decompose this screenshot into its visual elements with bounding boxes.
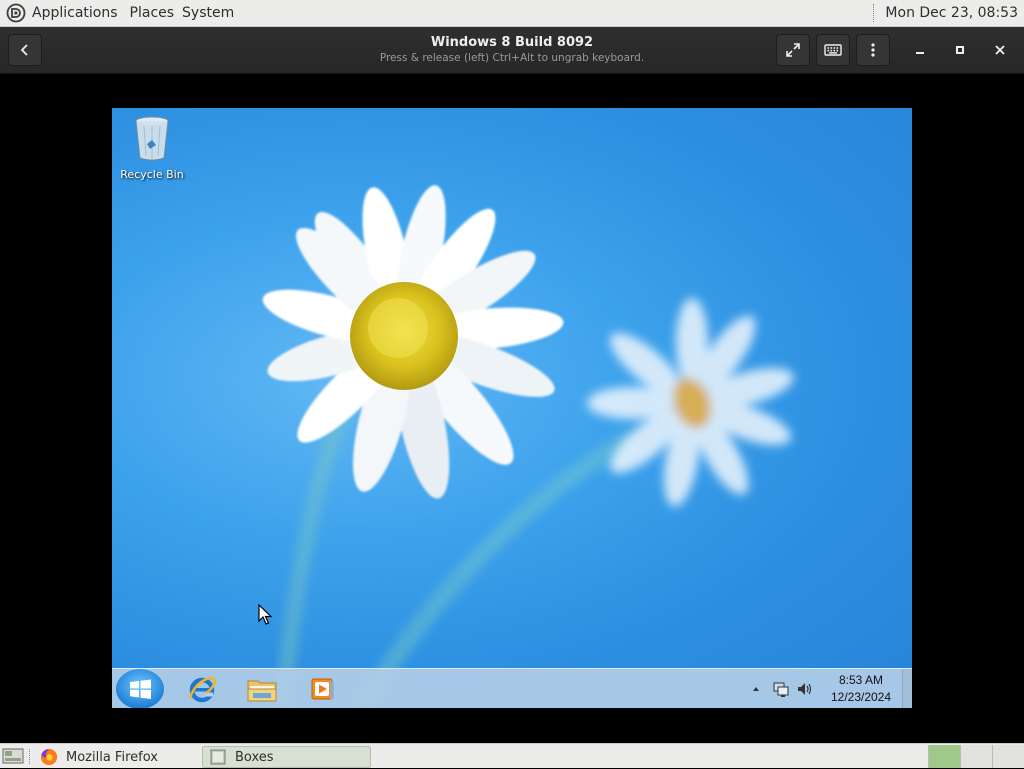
panel-handle (29, 749, 32, 764)
start-button[interactable] (114, 669, 166, 708)
system-tray: 8:53 AM 12/23/2024 (748, 669, 912, 708)
show-desktop-button[interactable] (902, 669, 912, 708)
fullscreen-button[interactable] (776, 34, 810, 66)
firefox-icon (41, 748, 58, 765)
taskbar-clock-date: 12/23/2024 (830, 690, 892, 704)
boxes-app-icon (210, 749, 226, 765)
system-menu[interactable]: System (178, 0, 238, 27)
recycle-bin-icon (135, 116, 169, 161)
media-player-icon (311, 678, 334, 700)
workspace-switcher (928, 745, 1024, 768)
volume-icon[interactable] (796, 680, 814, 698)
close-icon (995, 45, 1005, 55)
bottom-panel: Mozilla Firefox Boxes (0, 743, 1024, 768)
vertical-dots-icon (871, 43, 875, 57)
network-icon[interactable] (772, 680, 790, 698)
maximize-icon (956, 46, 964, 54)
keyboard-icon (824, 44, 842, 56)
back-button[interactable] (8, 34, 42, 66)
applications-menu-label: Applications (32, 5, 118, 21)
minimize-button[interactable] (906, 34, 934, 66)
minimize-icon (916, 52, 924, 54)
boxes-header-bar: Windows 8 Build 8092 Press & release (le… (0, 27, 1024, 74)
taskbar-item-firefox-label: Mozilla Firefox (66, 749, 158, 765)
mate-logo-icon (6, 3, 26, 23)
show-hidden-icons-icon[interactable] (748, 681, 764, 697)
keyboard-button[interactable] (816, 34, 850, 66)
fullscreen-icon (786, 43, 800, 57)
taskbar-item-boxes-label: Boxes (235, 749, 274, 765)
system-menu-label: System (182, 5, 235, 21)
taskbar-clock[interactable]: 8:53 AM 12/23/2024 (824, 672, 898, 706)
taskbar-file-explorer[interactable] (240, 672, 284, 706)
vm-subtitle: Press & release (left) Ctrl+Alt to ungra… (379, 52, 645, 64)
vm-display[interactable]: Recycle Bin 8:53 AM 12/23/2024 (0, 74, 1024, 743)
taskbar-internet-explorer[interactable] (180, 672, 224, 706)
windows-logo-icon (116, 669, 164, 708)
windows-desktop[interactable]: Recycle Bin 8:53 AM 12/23/2024 (112, 108, 912, 708)
show-desktop-icon (2, 748, 24, 764)
recycle-bin-shortcut[interactable]: Recycle Bin (118, 114, 186, 181)
places-menu[interactable]: Places (126, 0, 179, 27)
show-desktop-panel-button[interactable] (2, 747, 24, 769)
maximize-button[interactable] (946, 34, 974, 66)
taskbar-media-player[interactable] (300, 672, 344, 706)
top-panel: Applications Places System Mon Dec 23, 0… (0, 0, 1024, 27)
places-menu-label: Places (129, 5, 175, 21)
workspace-1[interactable] (928, 745, 960, 768)
internet-explorer-icon (188, 677, 216, 703)
windows-taskbar: 8:53 AM 12/23/2024 (112, 668, 912, 708)
chevron-left-icon (20, 44, 28, 56)
mouse-cursor-icon (258, 604, 272, 625)
vm-title: Windows 8 Build 8092 (430, 35, 594, 50)
panel-clock[interactable]: Mon Dec 23, 08:53 (885, 5, 1018, 21)
panel-separator (873, 4, 877, 22)
workspace-3[interactable] (992, 745, 1024, 768)
taskbar-item-boxes[interactable]: Boxes (202, 746, 371, 768)
file-explorer-icon (247, 680, 277, 702)
daisy-wallpaper (262, 185, 794, 708)
more-options-button[interactable] (856, 34, 890, 66)
applications-menu[interactable]: Applications (0, 0, 126, 27)
recycle-bin-label: Recycle Bin (120, 168, 184, 181)
taskbar-clock-time: 8:53 AM (838, 673, 884, 687)
taskbar-item-firefox[interactable]: Mozilla Firefox (34, 746, 196, 768)
close-button[interactable] (986, 34, 1014, 66)
workspace-2[interactable] (960, 745, 992, 768)
